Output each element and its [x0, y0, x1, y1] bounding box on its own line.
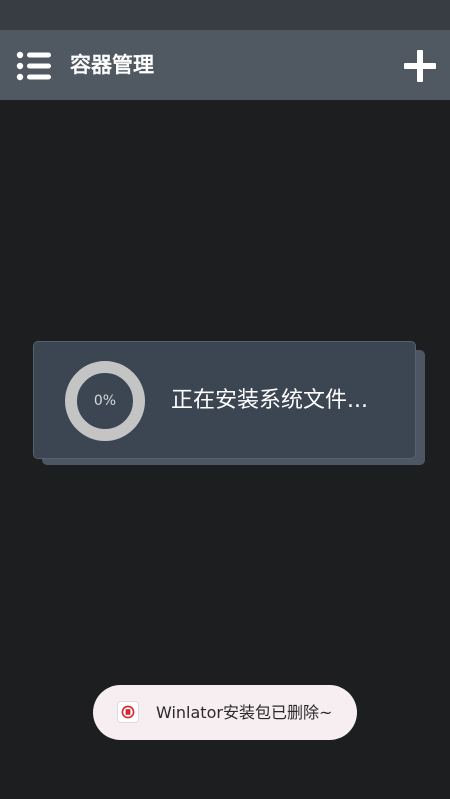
app-logo-icon	[117, 701, 139, 723]
progress-dialog: 0% 正在安装系统文件...	[33, 341, 416, 459]
menu-list-icon	[16, 51, 51, 81]
menu-button[interactable]	[12, 46, 56, 86]
progress-percent: 0%	[93, 393, 117, 409]
toast-message: Winlator安装包已删除~	[156, 703, 333, 722]
page-title: 容器管理	[70, 53, 154, 77]
status-message: 正在安装系统文件...	[171, 388, 368, 413]
toast: Winlator安装包已删除~	[93, 685, 357, 740]
add-container-button[interactable]	[398, 44, 442, 88]
plus-icon	[404, 50, 436, 82]
app-bar: 容器管理	[0, 30, 450, 100]
status-bar	[0, 0, 450, 30]
